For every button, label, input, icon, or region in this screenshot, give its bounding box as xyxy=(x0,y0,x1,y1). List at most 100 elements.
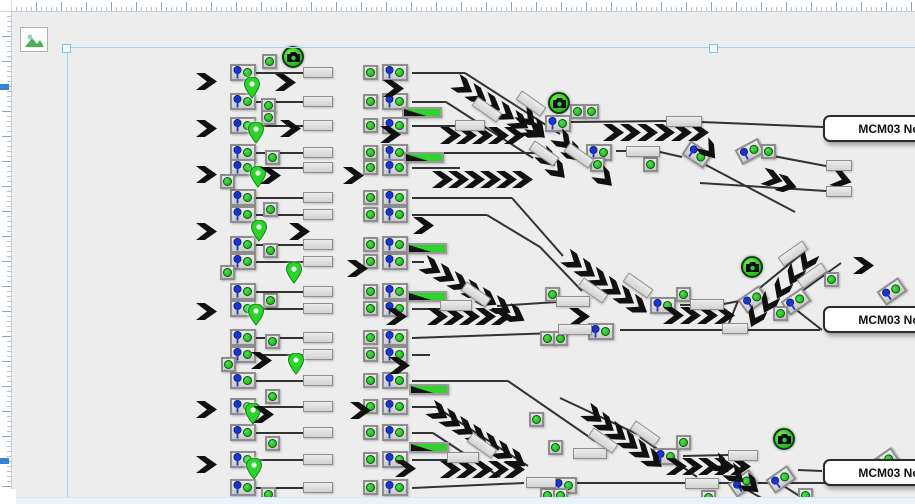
sensor[interactable] xyxy=(545,115,571,132)
conveyor-label-box[interactable] xyxy=(626,146,660,157)
location-pin-marker[interactable] xyxy=(244,77,260,99)
conveyor-label-box[interactable] xyxy=(556,296,590,307)
status-lamp[interactable] xyxy=(265,150,280,165)
conveyor-label-box[interactable] xyxy=(690,299,724,310)
conveyor-label-box[interactable] xyxy=(303,147,333,158)
conveyor-label-box[interactable] xyxy=(303,482,333,493)
status-lamp[interactable] xyxy=(363,284,378,299)
conveyor-label-box[interactable] xyxy=(303,209,333,220)
conveyor-label-box[interactable] xyxy=(303,286,333,297)
status-lamp[interactable] xyxy=(265,334,280,349)
sensor[interactable] xyxy=(382,236,408,253)
status-lamp[interactable] xyxy=(363,373,378,388)
sensor[interactable] xyxy=(230,283,256,300)
status-lamp[interactable] xyxy=(263,202,278,217)
status-lamp[interactable] xyxy=(529,412,544,427)
location-pin-marker[interactable] xyxy=(288,353,304,375)
sensor[interactable] xyxy=(230,189,256,206)
location-pin-marker[interactable] xyxy=(251,220,267,242)
conveyor-label-box[interactable] xyxy=(303,303,333,314)
conveyor-label-box[interactable] xyxy=(573,448,607,459)
conveyor-label-box[interactable] xyxy=(303,162,333,173)
mcm-node-label[interactable]: MCM03 No xyxy=(823,306,915,333)
camera-icon[interactable] xyxy=(741,256,763,278)
flow-chevron[interactable] xyxy=(289,223,310,240)
flow-chevron[interactable] xyxy=(343,167,364,184)
sensor[interactable] xyxy=(230,329,256,346)
status-lamp[interactable] xyxy=(643,157,658,172)
conveyor-label-box[interactable] xyxy=(826,160,852,171)
status-lamp[interactable] xyxy=(363,301,378,316)
conveyor-label-box[interactable] xyxy=(685,478,719,489)
conveyor-label-box[interactable] xyxy=(455,120,485,131)
sensor[interactable] xyxy=(876,277,907,306)
status-lamp[interactable] xyxy=(263,293,278,308)
status-lamp[interactable] xyxy=(263,243,278,258)
conveyor-label-box[interactable] xyxy=(797,262,828,288)
status-lamp[interactable] xyxy=(363,452,378,467)
status-lamp[interactable] xyxy=(363,237,378,252)
status-lamp[interactable] xyxy=(265,389,280,404)
location-pin-marker[interactable] xyxy=(248,304,264,326)
status-lamp[interactable] xyxy=(824,272,839,287)
sensor[interactable] xyxy=(230,372,256,389)
flow-chevron[interactable] xyxy=(196,73,217,90)
status-lamp[interactable] xyxy=(221,357,236,372)
conveyor-label-box[interactable] xyxy=(558,324,592,335)
conveyor-label-box[interactable] xyxy=(447,452,479,463)
camera-icon[interactable] xyxy=(773,428,795,450)
conveyor-label-box[interactable] xyxy=(303,96,333,107)
flow-chevron[interactable] xyxy=(196,223,217,240)
conveyor-label-box[interactable] xyxy=(303,401,333,412)
status-lamp[interactable] xyxy=(761,144,776,159)
selection-handle[interactable] xyxy=(709,44,718,53)
sensor[interactable] xyxy=(382,189,408,206)
status-lamp[interactable] xyxy=(363,330,378,345)
flow-chevron[interactable] xyxy=(603,124,624,141)
diagram-canvas[interactable]: MCM03 NoMCM03 NoMCM03 No xyxy=(0,0,915,504)
conveyor-label-box[interactable] xyxy=(303,192,333,203)
status-lamp[interactable] xyxy=(363,190,378,205)
flow-chevron[interactable] xyxy=(275,74,296,91)
status-lamp[interactable] xyxy=(363,118,378,133)
status-lamp[interactable] xyxy=(363,207,378,222)
status-lamp[interactable] xyxy=(363,65,378,80)
conveyor-label-box[interactable] xyxy=(303,454,333,465)
flow-chevron[interactable] xyxy=(196,401,217,418)
flow-chevron[interactable] xyxy=(418,255,445,280)
flow-chevron[interactable] xyxy=(560,249,587,275)
conveyor-label-box[interactable] xyxy=(303,332,333,343)
status-lamp[interactable] xyxy=(676,287,691,302)
status-lamp[interactable] xyxy=(220,174,235,189)
conveyor-label-box[interactable] xyxy=(303,349,333,360)
sensor[interactable] xyxy=(382,206,408,223)
status-lamp[interactable] xyxy=(363,425,378,440)
flow-chevron[interactable] xyxy=(853,257,874,274)
mcm-node-label[interactable]: MCM03 No xyxy=(823,115,915,142)
conveyor-label-box[interactable] xyxy=(472,96,503,122)
status-lamp[interactable] xyxy=(363,480,378,495)
status-lamp[interactable] xyxy=(584,104,599,119)
camera-icon[interactable] xyxy=(282,46,304,68)
location-pin-marker[interactable] xyxy=(248,122,264,144)
conveyor-label-box[interactable] xyxy=(826,186,852,197)
selection-handle[interactable] xyxy=(62,44,71,53)
speed-wedge-indicator[interactable] xyxy=(409,442,449,453)
conveyor-label-box[interactable] xyxy=(666,116,702,127)
flow-chevron[interactable] xyxy=(196,456,217,473)
status-lamp[interactable] xyxy=(548,440,563,455)
flow-chevron[interactable] xyxy=(196,303,217,320)
flow-chevron[interactable] xyxy=(450,74,477,100)
image-placeholder-icon[interactable] xyxy=(20,27,48,52)
sensor[interactable] xyxy=(382,329,408,346)
speed-wedge-indicator[interactable] xyxy=(409,384,449,395)
sensor[interactable] xyxy=(382,64,408,81)
flow-chevron[interactable] xyxy=(280,120,301,137)
flow-chevron[interactable] xyxy=(432,171,453,188)
sensor[interactable] xyxy=(382,479,408,496)
flow-chevron[interactable] xyxy=(569,308,590,325)
location-pin-marker[interactable] xyxy=(246,458,262,480)
status-lamp[interactable] xyxy=(363,347,378,362)
flow-chevron[interactable] xyxy=(580,402,607,428)
sensor[interactable] xyxy=(382,253,408,270)
